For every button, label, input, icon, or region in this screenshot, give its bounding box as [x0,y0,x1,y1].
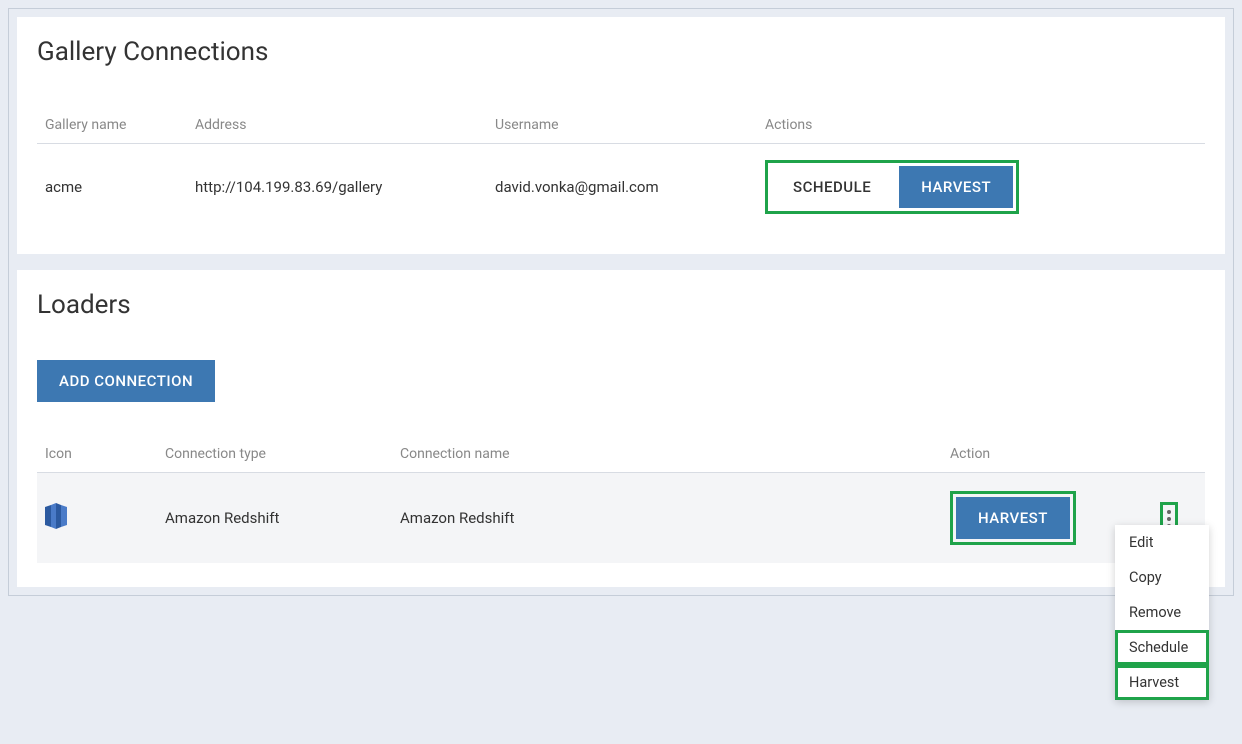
gallery-connections-panel: Gallery Connections Gallery name Address… [17,17,1225,254]
col-address: Address [187,107,487,144]
col-username: Username [487,107,757,144]
harvest-button[interactable]: HARVEST [899,166,1013,208]
col-actions: Actions [757,107,1205,144]
table-row: Amazon Redshift Amazon Redshift HARVEST [37,473,1205,564]
cell-gallery-name: acme [37,144,187,231]
col-connection-name: Connection name [392,436,942,473]
loaders-title: Loaders [37,290,1205,320]
col-gallery-name: Gallery name [37,107,187,144]
table-row: acme http://104.199.83.69/gallery david.… [37,144,1205,231]
cell-address: http://104.199.83.69/gallery [187,144,487,231]
dropdown-schedule[interactable]: Schedule [1115,630,1209,665]
page-container: Gallery Connections Gallery name Address… [8,8,1234,596]
cell-connection-type: Amazon Redshift [157,473,392,564]
add-connection-button[interactable]: ADD CONNECTION [37,360,215,402]
cell-icon [37,473,157,564]
cell-action: HARVEST Edit Copy Remov [942,473,1205,564]
col-connection-type: Connection type [157,436,392,473]
actions-dropdown: Edit Copy Remove Schedule Harvest [1115,525,1209,700]
harvest-button[interactable]: HARVEST [956,497,1070,539]
cell-connection-name: Amazon Redshift [392,473,942,564]
actions-highlight: SCHEDULE HARVEST [765,160,1019,214]
loaders-panel: Loaders ADD CONNECTION Icon Connection t… [17,270,1225,587]
dropdown-edit[interactable]: Edit [1115,525,1209,560]
col-icon: Icon [37,436,157,473]
redshift-icon [45,503,67,529]
col-action: Action [942,436,1205,473]
cell-actions: SCHEDULE HARVEST [757,144,1205,231]
dropdown-harvest[interactable]: Harvest [1115,665,1209,700]
harvest-highlight: HARVEST [950,491,1076,545]
gallery-connections-table: Gallery name Address Username Actions ac… [37,107,1205,230]
dropdown-remove[interactable]: Remove [1115,595,1209,630]
gallery-connections-title: Gallery Connections [37,37,1205,67]
cell-username: david.vonka@gmail.com [487,144,757,231]
loaders-table: Icon Connection type Connection name Act… [37,436,1205,563]
dropdown-copy[interactable]: Copy [1115,560,1209,595]
schedule-button[interactable]: SCHEDULE [771,166,893,208]
